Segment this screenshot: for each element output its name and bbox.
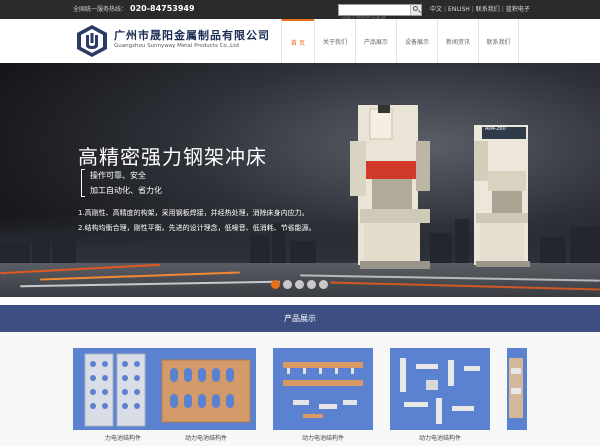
product-caption[interactable]: 动力电池结构件	[156, 433, 256, 442]
slide-dot-2[interactable]	[283, 280, 292, 289]
link-contact[interactable]: 联系我们	[476, 6, 500, 13]
link-english[interactable]: ENLISH	[448, 6, 470, 13]
hotline-label: 全国统一服务热线：	[73, 6, 128, 13]
nav-products[interactable]: 产品展示	[355, 19, 396, 63]
slide-dots	[271, 280, 328, 289]
slide-dot-4[interactable]	[307, 280, 316, 289]
company-logo[interactable]	[76, 24, 108, 58]
company-name-cn: 广州市晟阳金属制品有限公司	[114, 29, 270, 42]
feature-bracket	[81, 169, 85, 197]
product-card[interactable]	[507, 348, 527, 433]
company-name-en: Guangzhou Sunnyway Metal Products Co.,Lt…	[114, 43, 239, 49]
main-nav: 首 页 关于我们 产品展示 设备展示 新闻资讯 联系我们	[281, 19, 519, 63]
product-caption[interactable]: 动力电池结构件	[390, 433, 490, 442]
banner-desc-2: 2.结构均衡合理，刚性平衡。先进的设计理念，低噪音、低消耗、节省能源。	[78, 224, 316, 232]
nav-about[interactable]: 关于我们	[314, 19, 355, 63]
press-machine-2-image	[474, 125, 530, 267]
top-bar: 全国统一服务热线：020-84753949 中文|ENLISH|联系我们|蓝积电…	[0, 0, 600, 24]
hero-banner[interactable]: 高精密强力钢架冲床 操作可靠、安全 加工自动化、省力化 1.高刚性、高精度的构架…	[0, 63, 600, 297]
product-image[interactable]	[273, 348, 373, 430]
press-machine-1-image	[350, 105, 430, 269]
product-caption[interactable]: 动力电池结构件	[273, 433, 373, 442]
nav-home[interactable]: 首 页	[281, 19, 314, 63]
product-image[interactable]	[156, 348, 256, 430]
link-chinese[interactable]: 中文	[430, 6, 442, 13]
search-button[interactable]	[410, 5, 421, 15]
slide-dot-1[interactable]	[271, 280, 280, 289]
nav-news[interactable]: 新闻资讯	[437, 19, 478, 63]
product-card[interactable]: 动力电池结构件	[273, 348, 373, 442]
header: 广州市晟阳金属制品有限公司 Guangzhou Sunnyway Metal P…	[0, 19, 600, 63]
hotline-number: 020-84753949	[130, 4, 195, 13]
machine-plate: APA-260	[485, 126, 506, 132]
nav-contact[interactable]: 联系我们	[478, 19, 519, 63]
banner-title: 高精密强力钢架冲床	[78, 145, 267, 169]
product-card[interactable]: 动力电池结构件	[156, 348, 256, 442]
slide-dot-5[interactable]	[319, 280, 328, 289]
top-links: 中文 | ENLISH | 联系我们 | 蓝积电子	[430, 6, 530, 13]
section-bar: 产品展示	[0, 305, 600, 337]
section-title: 产品展示	[284, 314, 316, 323]
hotline: 全国统一服务热线： 020-84753949	[73, 4, 195, 15]
nav-equipment[interactable]: 设备展示	[396, 19, 437, 63]
banner-desc-1: 1.高刚性、高精度的构架，采用钢板焊接，并经热处理，消除床身内应力。	[78, 209, 309, 217]
search-box	[338, 4, 422, 24]
link-lanji[interactable]: 蓝积电子	[506, 6, 530, 13]
product-image[interactable]	[390, 348, 490, 430]
product-card[interactable]: 动力电池结构件	[390, 348, 490, 442]
product-image[interactable]	[507, 348, 527, 430]
slide-dot-3[interactable]	[295, 280, 304, 289]
product-showcase: 力电池结构件 动力电池结构件 动力电池结构件 动力电池结构件	[0, 332, 600, 446]
feature-2: 加工自动化、省力化	[90, 186, 162, 195]
feature-1: 操作可靠、安全	[90, 171, 146, 180]
